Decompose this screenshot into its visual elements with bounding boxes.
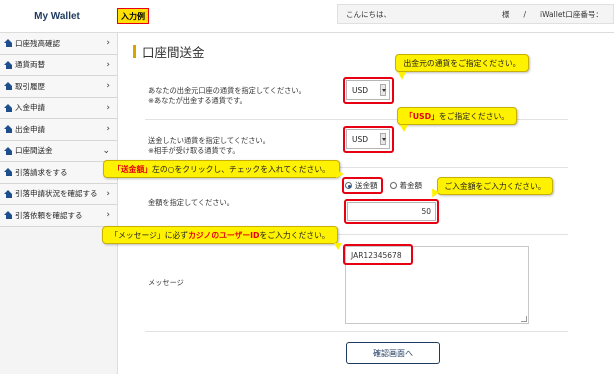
header: My Wallet 入力例 こんにちは、 様 / iWallet口座番号： — [0, 0, 614, 33]
message-label: メッセージ — [148, 278, 184, 287]
callout-highlight-text: カジノのユーザーID — [188, 230, 260, 240]
sidebar-item-label: 口座間送金 — [15, 146, 53, 156]
sidebar-item-label: 引落請求をする — [15, 167, 68, 177]
callout-highlight-text: 「送金額」 — [113, 164, 153, 174]
sidebar-item-balance[interactable]: 口座残高確認 › — [0, 33, 117, 55]
home-icon — [4, 60, 13, 69]
home-icon — [4, 146, 13, 155]
example-tag: 入力例 — [117, 8, 149, 24]
highlight-frame — [343, 126, 394, 153]
chevron-right-icon: › — [106, 102, 110, 113]
callout-text: 左の○をクリックし、チェックを入れてください。 — [152, 164, 330, 174]
sidebar-item-label: 引落依頼を確認する — [15, 210, 83, 220]
chevron-right-icon: › — [106, 81, 110, 91]
callout-message: 「メッセージ」に必ず カジノのユーザーID をご入力ください。 — [102, 226, 338, 244]
callout-pointer — [334, 243, 342, 250]
sidebar-item-debit-request[interactable]: 引落請求をする› — [0, 162, 117, 184]
chevron-right-icon: › — [106, 188, 110, 199]
separator: / — [523, 9, 527, 19]
home-icon — [4, 189, 13, 198]
home-icon — [4, 39, 13, 48]
greeting-bar: こんにちは、 様 / iWallet口座番号： — [337, 4, 614, 24]
source-currency-label-line1: あなたの出金元口座の通貨を指定してください。 — [148, 86, 306, 95]
sidebar-item-label: 口座残高確認 — [15, 38, 60, 48]
home-icon — [4, 125, 13, 134]
source-currency-label-line2: ※あなたが出金する通貨です。 — [148, 95, 247, 105]
sidebar-item-debit-confirm[interactable]: 引落依頼を確認する › — [0, 205, 117, 227]
highlight-frame — [343, 77, 394, 104]
divider — [145, 331, 568, 332]
callout-pointer — [400, 125, 408, 132]
sidebar-item-label: 通貨両替 — [15, 60, 45, 70]
callout-pointer — [398, 72, 406, 80]
sidebar: 口座残高確認 › 通貨両替 › 取引履歴 › 入金申請 › 出金申請 › 口座間送金 ⌄ 引… — [0, 33, 118, 374]
chevron-right-icon: › — [106, 210, 110, 220]
honorific-text: 様 — [502, 9, 510, 19]
callout-source-currency: 出金元の通貨をご指定ください。 — [395, 54, 529, 72]
sidebar-item-label: 出金申請 — [15, 124, 45, 134]
callout-send-currency: 「USD」 をご指定ください。 — [397, 107, 517, 125]
sidebar-item-debit-status[interactable]: 引落申請状況を確認する › — [0, 183, 117, 205]
sidebar-item-label: 入金申請 — [15, 103, 45, 113]
confirm-button[interactable]: 確認画面へ — [346, 342, 440, 364]
callout-text: 「メッセージ」に必ず — [110, 230, 189, 240]
sidebar-item-label: 取引履歴 — [15, 81, 45, 91]
home-icon — [4, 211, 13, 220]
radio-receive-label: 着金額 — [399, 181, 423, 190]
greeting-text: こんにちは、 — [346, 9, 391, 19]
chevron-right-icon: › — [106, 59, 110, 70]
chevron-right-icon: › — [106, 124, 110, 134]
chevron-down-icon: ⌄ — [102, 145, 110, 156]
page-title: 口座間送金 — [133, 42, 205, 61]
sidebar-item-history[interactable]: 取引履歴 › — [0, 76, 117, 98]
highlight-frame — [342, 177, 383, 194]
title-accent-bar — [133, 45, 136, 58]
sidebar-item-label: 引落申請状況を確認する — [15, 189, 98, 199]
callout-highlight-text: 「USD」 — [404, 111, 439, 121]
home-icon — [4, 103, 13, 112]
account-number-label: iWallet口座番号： — [540, 9, 603, 19]
radio-unchecked-icon[interactable] — [389, 182, 397, 189]
chevron-right-icon: › — [106, 38, 110, 48]
page-title-text: 口座間送金 — [142, 45, 205, 60]
amount-label: 金額を指定してください。 — [148, 198, 234, 207]
source-currency-label: あなたの出金元口座の通貨を指定してください。 ※あなたが出金する通貨です。 — [148, 86, 306, 105]
home-icon — [4, 82, 13, 91]
callout-text: をご入力ください。 — [259, 230, 330, 240]
callout-amount: ご入金額をご入力ください。 — [437, 177, 553, 195]
send-currency-label-line1: 送金したい通貨を指定してください。 — [148, 136, 270, 145]
highlight-frame — [343, 244, 413, 265]
send-currency-label: 送金したい通貨を指定してください。 ※相手が受け取る通貨です。 — [148, 136, 270, 155]
home-icon — [4, 168, 13, 177]
callout-pointer — [336, 170, 344, 178]
sidebar-item-transfer[interactable]: 口座間送金 ⌄ — [0, 140, 117, 162]
callout-radio-select: 「送金額」 左の○をクリックし、チェックを入れてください。 — [103, 160, 340, 178]
sidebar-item-exchange[interactable]: 通貨両替 › — [0, 54, 117, 76]
highlight-frame — [344, 199, 439, 224]
radio-receive-amount[interactable]: 着金額 — [389, 180, 423, 191]
send-currency-label-line2: ※相手が受け取る通貨です。 — [148, 145, 240, 155]
sidebar-item-deposit[interactable]: 入金申請 › — [0, 97, 117, 119]
resize-handle-icon[interactable] — [521, 316, 527, 322]
sidebar-item-withdraw[interactable]: 出金申請 › — [0, 119, 117, 141]
callout-text: をご指定ください。 — [438, 111, 510, 121]
app-logo[interactable]: My Wallet — [0, 0, 114, 33]
